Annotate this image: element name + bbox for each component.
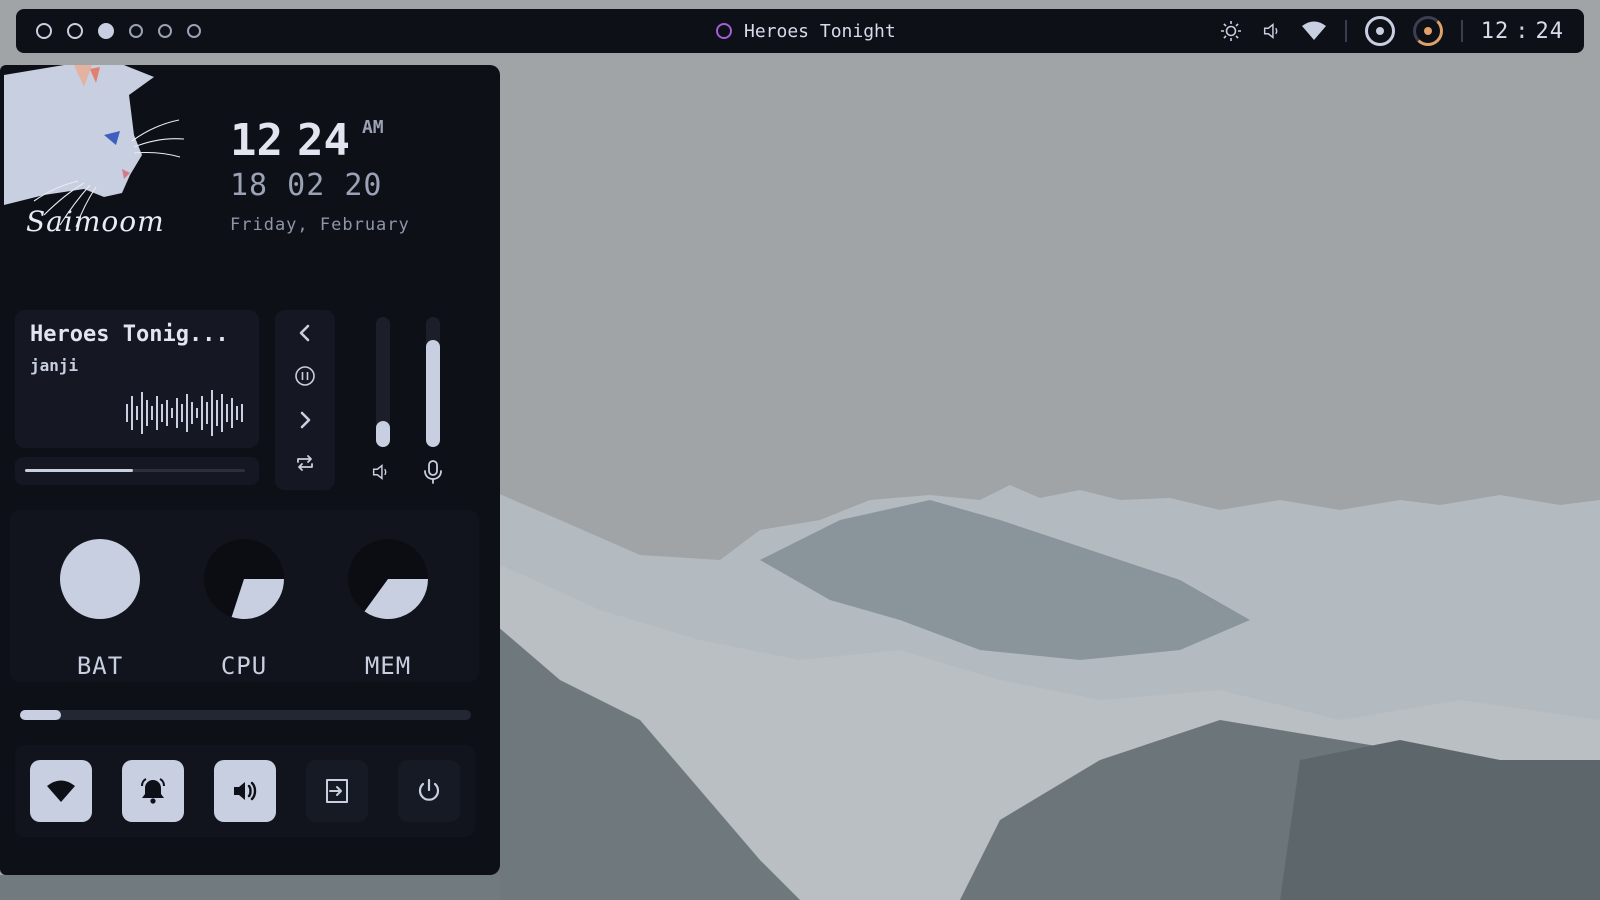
wifi-icon[interactable] bbox=[1301, 20, 1327, 42]
brightness-slider[interactable] bbox=[20, 710, 471, 720]
tray-divider bbox=[1344, 20, 1347, 42]
volume-slider[interactable] bbox=[376, 317, 390, 447]
battery-label: BAT bbox=[76, 652, 124, 680]
volume-icon[interactable] bbox=[1261, 20, 1283, 42]
wifi-toggle[interactable] bbox=[30, 760, 92, 822]
memory-label: MEM bbox=[364, 652, 412, 680]
next-icon[interactable] bbox=[290, 405, 320, 435]
memory-pie bbox=[348, 539, 428, 619]
now-playing-widget[interactable]: Heroes Tonight bbox=[716, 9, 896, 53]
song-title: Heroes Tonig... bbox=[30, 322, 229, 347]
system-tray: 12 : 24 bbox=[1219, 9, 1564, 53]
topbar-clock-separator: : bbox=[1515, 18, 1530, 44]
audio-waveform bbox=[126, 390, 243, 436]
logout-icon bbox=[326, 779, 348, 803]
sound-toggle[interactable] bbox=[214, 760, 276, 822]
volume-slider-fill bbox=[376, 421, 390, 447]
logout-toggle[interactable] bbox=[306, 760, 368, 822]
previous-icon[interactable] bbox=[290, 318, 320, 348]
profile-signature: Saimoom bbox=[26, 205, 165, 238]
notifications-toggle[interactable] bbox=[122, 760, 184, 822]
microphone-icon[interactable] bbox=[418, 457, 448, 487]
system-stats-card: BAT CPU MEM bbox=[10, 510, 479, 682]
workspace-5[interactable] bbox=[158, 24, 172, 38]
cpu-label: CPU bbox=[220, 652, 268, 680]
brightness-slider-fill bbox=[20, 710, 61, 720]
workspace-3-active[interactable] bbox=[98, 23, 114, 39]
clock-minute: 24 bbox=[296, 115, 350, 166]
topbar-clock-hour: 12 bbox=[1480, 18, 1510, 44]
now-playing-title: Heroes Tonight bbox=[744, 20, 896, 42]
brightness-icon[interactable] bbox=[1219, 19, 1243, 43]
clock-date: 18 02 20 bbox=[230, 168, 383, 203]
topbar-clock-minute: 24 bbox=[1535, 18, 1564, 44]
clock-hour: 12 bbox=[230, 115, 283, 166]
repeat-icon[interactable] bbox=[290, 448, 320, 478]
playback-controls bbox=[275, 310, 335, 490]
record-icon[interactable] bbox=[1364, 16, 1395, 46]
clock-time: 12 24 AM bbox=[230, 115, 410, 166]
mic-slider[interactable] bbox=[426, 317, 440, 447]
pause-icon[interactable] bbox=[290, 361, 320, 391]
pie-value-bat bbox=[60, 539, 140, 619]
music-progress-track[interactable] bbox=[25, 469, 245, 472]
workspace-1[interactable] bbox=[36, 23, 52, 39]
music-progress-fill bbox=[25, 469, 133, 472]
cpu-stat: CPU bbox=[202, 538, 286, 680]
clock-ampm: AM bbox=[361, 117, 384, 138]
power-toggle[interactable] bbox=[398, 760, 460, 822]
battery-pie bbox=[60, 539, 140, 619]
music-status-icon bbox=[716, 23, 732, 39]
top-bar: Heroes Tonight 12 : 24 bbox=[16, 9, 1584, 53]
tray-divider bbox=[1460, 20, 1463, 42]
clock-widget: 12 24 AM 18 02 20 Friday, February bbox=[230, 115, 410, 235]
battery-stat: BAT bbox=[58, 538, 142, 680]
music-card: Heroes Tonig... janji bbox=[15, 310, 259, 448]
sound-icon bbox=[234, 781, 257, 801]
speaker-icon[interactable] bbox=[366, 457, 396, 487]
clock-day: Friday, February bbox=[230, 215, 410, 235]
dashboard-panel: Saimoom 12 24 AM 18 02 20 Friday, Februa… bbox=[0, 65, 500, 875]
theme-icon[interactable] bbox=[1412, 16, 1443, 46]
workspace-indicator bbox=[36, 9, 201, 53]
music-progress[interactable] bbox=[15, 457, 259, 485]
notifications-icon bbox=[141, 778, 165, 804]
cpu-pie bbox=[204, 539, 284, 619]
topbar-clock[interactable]: 12 : 24 bbox=[1481, 19, 1564, 44]
song-artist: janji bbox=[30, 356, 79, 375]
mic-slider-fill bbox=[426, 340, 440, 447]
workspace-2[interactable] bbox=[67, 23, 83, 39]
workspace-6[interactable] bbox=[187, 24, 201, 38]
wifi-icon bbox=[47, 780, 75, 802]
power-icon bbox=[418, 778, 440, 801]
quick-toggles bbox=[15, 745, 475, 837]
workspace-4[interactable] bbox=[129, 24, 143, 38]
memory-stat: MEM bbox=[346, 538, 430, 680]
